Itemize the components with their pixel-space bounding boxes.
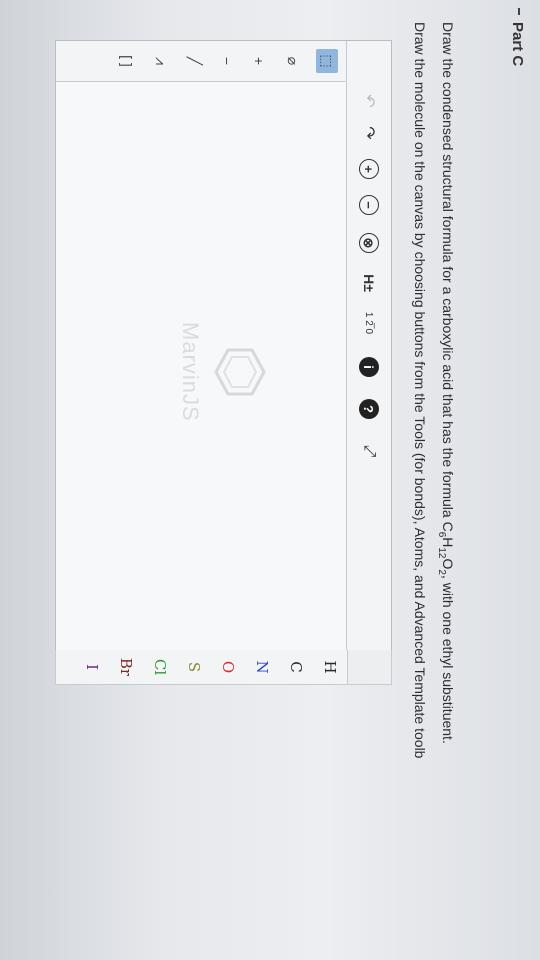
expand-icon: ⤢ bbox=[361, 444, 378, 458]
screen: Part C Draw the condensed structural for… bbox=[0, 0, 540, 960]
clear-button[interactable]: ⊗ bbox=[357, 231, 381, 255]
zoom-in-button[interactable]: + bbox=[357, 157, 381, 181]
marvin-watermark: MarvinJS bbox=[177, 322, 268, 422]
undo-button[interactable]: ↶ bbox=[357, 89, 381, 113]
single-bond-tool[interactable]: ╱ bbox=[184, 49, 206, 73]
clear-icon: ⊗ bbox=[359, 233, 379, 253]
zoom-in-icon: + bbox=[359, 159, 379, 179]
atom-cl[interactable]: Cl bbox=[151, 650, 169, 684]
atom-i[interactable]: I bbox=[83, 650, 101, 684]
atom-panel-scroll[interactable] bbox=[346, 650, 392, 685]
atom-n[interactable]: N bbox=[253, 650, 271, 684]
numbering-button[interactable]: 1 2̅ 0 bbox=[357, 311, 381, 335]
zoom-out-button[interactable]: − bbox=[357, 193, 381, 217]
atom-c[interactable]: C bbox=[287, 650, 305, 684]
marvin-editor: ↶ ↷ + − ⊗ H± 1 2̅ 0 i ? ⤢ ⬚ ⌀ + − ╱ ⩘ [… bbox=[55, 40, 392, 652]
drawing-canvas[interactable]: MarvinJS bbox=[56, 82, 346, 651]
charge-plus-tool[interactable]: + bbox=[248, 49, 270, 73]
watermark-text: MarvinJS bbox=[178, 322, 203, 422]
info-button[interactable]: i bbox=[357, 355, 381, 379]
charge-minus-tool[interactable]: − bbox=[216, 49, 238, 73]
atom-s[interactable]: S bbox=[185, 650, 203, 684]
info-icon: i bbox=[359, 357, 379, 377]
instruction-formula: Draw the condensed structural formula fo… bbox=[436, 22, 456, 744]
eraser-icon: ⌀ bbox=[285, 56, 302, 66]
selection-icon: ⬚ bbox=[319, 54, 336, 68]
help-button[interactable]: ? bbox=[357, 397, 381, 421]
atom-o[interactable]: O bbox=[219, 650, 237, 684]
zoom-out-icon: − bbox=[359, 195, 379, 215]
top-toolbar: ↶ ↷ + − ⊗ H± 1 2̅ 0 i ? ⤢ bbox=[346, 41, 391, 651]
atom-h[interactable]: H bbox=[321, 650, 339, 684]
chain-icon: ⩘ bbox=[153, 57, 170, 65]
instruction-canvas: Draw the molecule on the canvas by choos… bbox=[412, 22, 428, 759]
selection-tool[interactable]: ⬚ bbox=[316, 49, 338, 73]
erase-tool[interactable]: ⌀ bbox=[282, 49, 304, 73]
atom-br[interactable]: Br bbox=[117, 650, 135, 684]
fullscreen-button[interactable]: ⤢ bbox=[357, 439, 381, 463]
redo-button[interactable]: ↷ bbox=[357, 121, 381, 145]
help-icon: ? bbox=[359, 399, 379, 419]
left-toolbar: ⬚ ⌀ + − ╱ ⩘ [ ] bbox=[56, 41, 346, 82]
chain-tool[interactable]: ⩘ bbox=[150, 49, 172, 73]
bracket-tool[interactable]: [ ] bbox=[116, 49, 138, 73]
redo-icon: ↷ bbox=[360, 126, 377, 140]
single-bond-icon: ╱ bbox=[187, 56, 204, 66]
undo-icon: ↶ bbox=[360, 94, 377, 108]
benzene-logo-icon bbox=[214, 348, 266, 396]
part-title: Part C bbox=[509, 22, 526, 67]
hydrogen-toggle-button[interactable]: H± bbox=[357, 271, 381, 295]
atom-panel: H C N O S Cl Br I bbox=[55, 650, 348, 685]
bracket-icon: [ ] bbox=[119, 55, 135, 67]
